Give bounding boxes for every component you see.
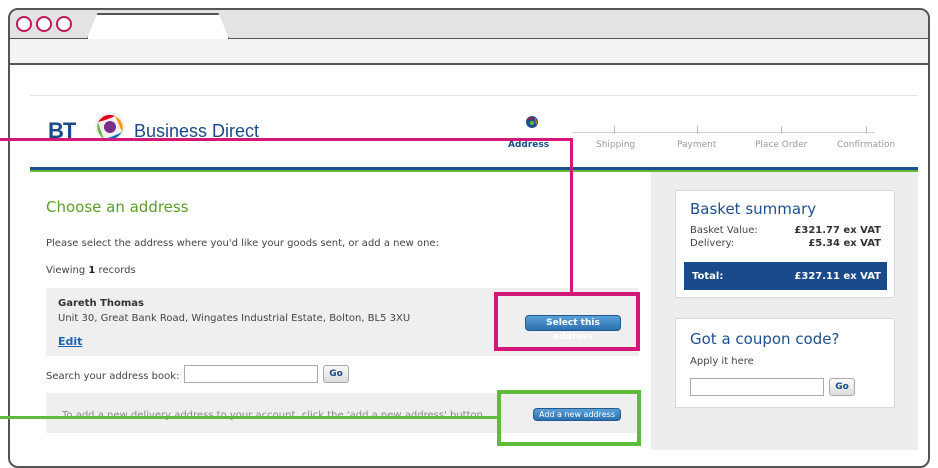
search-label: Search your address book: [46, 371, 180, 382]
basket-value-label: Basket Value: [690, 225, 758, 236]
step-tick [781, 126, 782, 134]
coupon-code-input[interactable] [690, 378, 824, 396]
coupon-subtitle: Apply it here [690, 356, 754, 367]
pink-annotation-line [0, 138, 572, 141]
address-name: Gareth Thomas [58, 298, 144, 309]
delivery-amount: £5.34 ex VAT [808, 238, 881, 249]
window-close-icon[interactable] [16, 16, 32, 32]
step-payment: Payment [677, 140, 717, 150]
edit-address-link[interactable]: Edit [58, 335, 82, 348]
address-search-input[interactable] [184, 365, 318, 383]
step-tick [697, 126, 698, 134]
coupon-go-button[interactable]: Go [829, 378, 855, 396]
intro-text: Please select the address where you'd li… [46, 238, 439, 249]
records-suffix: records [98, 265, 136, 276]
add-address-highlight [497, 390, 641, 446]
green-annotation-line [0, 416, 498, 419]
step-tick [866, 126, 867, 134]
browser-tab[interactable] [86, 13, 230, 41]
page-title: Choose an address [46, 198, 189, 216]
window-minimize-icon[interactable] [36, 16, 52, 32]
records-count: Viewing 1 records [46, 265, 136, 276]
select-address-highlight [494, 292, 640, 351]
step-address: Address [508, 140, 550, 150]
records-prefix: Viewing [46, 265, 86, 276]
total-label: Total: [692, 271, 724, 282]
browser-address-bar[interactable] [10, 39, 928, 65]
total-amount: £327.11 ex VAT [794, 271, 881, 282]
search-go-button[interactable]: Go [323, 365, 349, 383]
step-confirmation: Confirmation [837, 140, 896, 150]
window-maximize-icon[interactable] [56, 16, 72, 32]
basket-summary-title: Basket summary [690, 200, 817, 218]
pink-annotation-line-vertical [570, 138, 573, 294]
basket-value-amount: £321.77 ex VAT [794, 225, 881, 236]
steps-progress-line [572, 132, 874, 133]
records-number: 1 [88, 265, 96, 276]
address-line: Unit 30, Great Bank Road, Wingates Indus… [58, 313, 411, 324]
step-place-order: Place Order [755, 140, 808, 150]
step-globe-icon [526, 116, 538, 128]
step-tick [614, 126, 615, 134]
delivery-label: Delivery: [690, 238, 735, 249]
step-shipping: Shipping [596, 140, 636, 150]
coupon-title: Got a coupon code? [690, 330, 840, 348]
